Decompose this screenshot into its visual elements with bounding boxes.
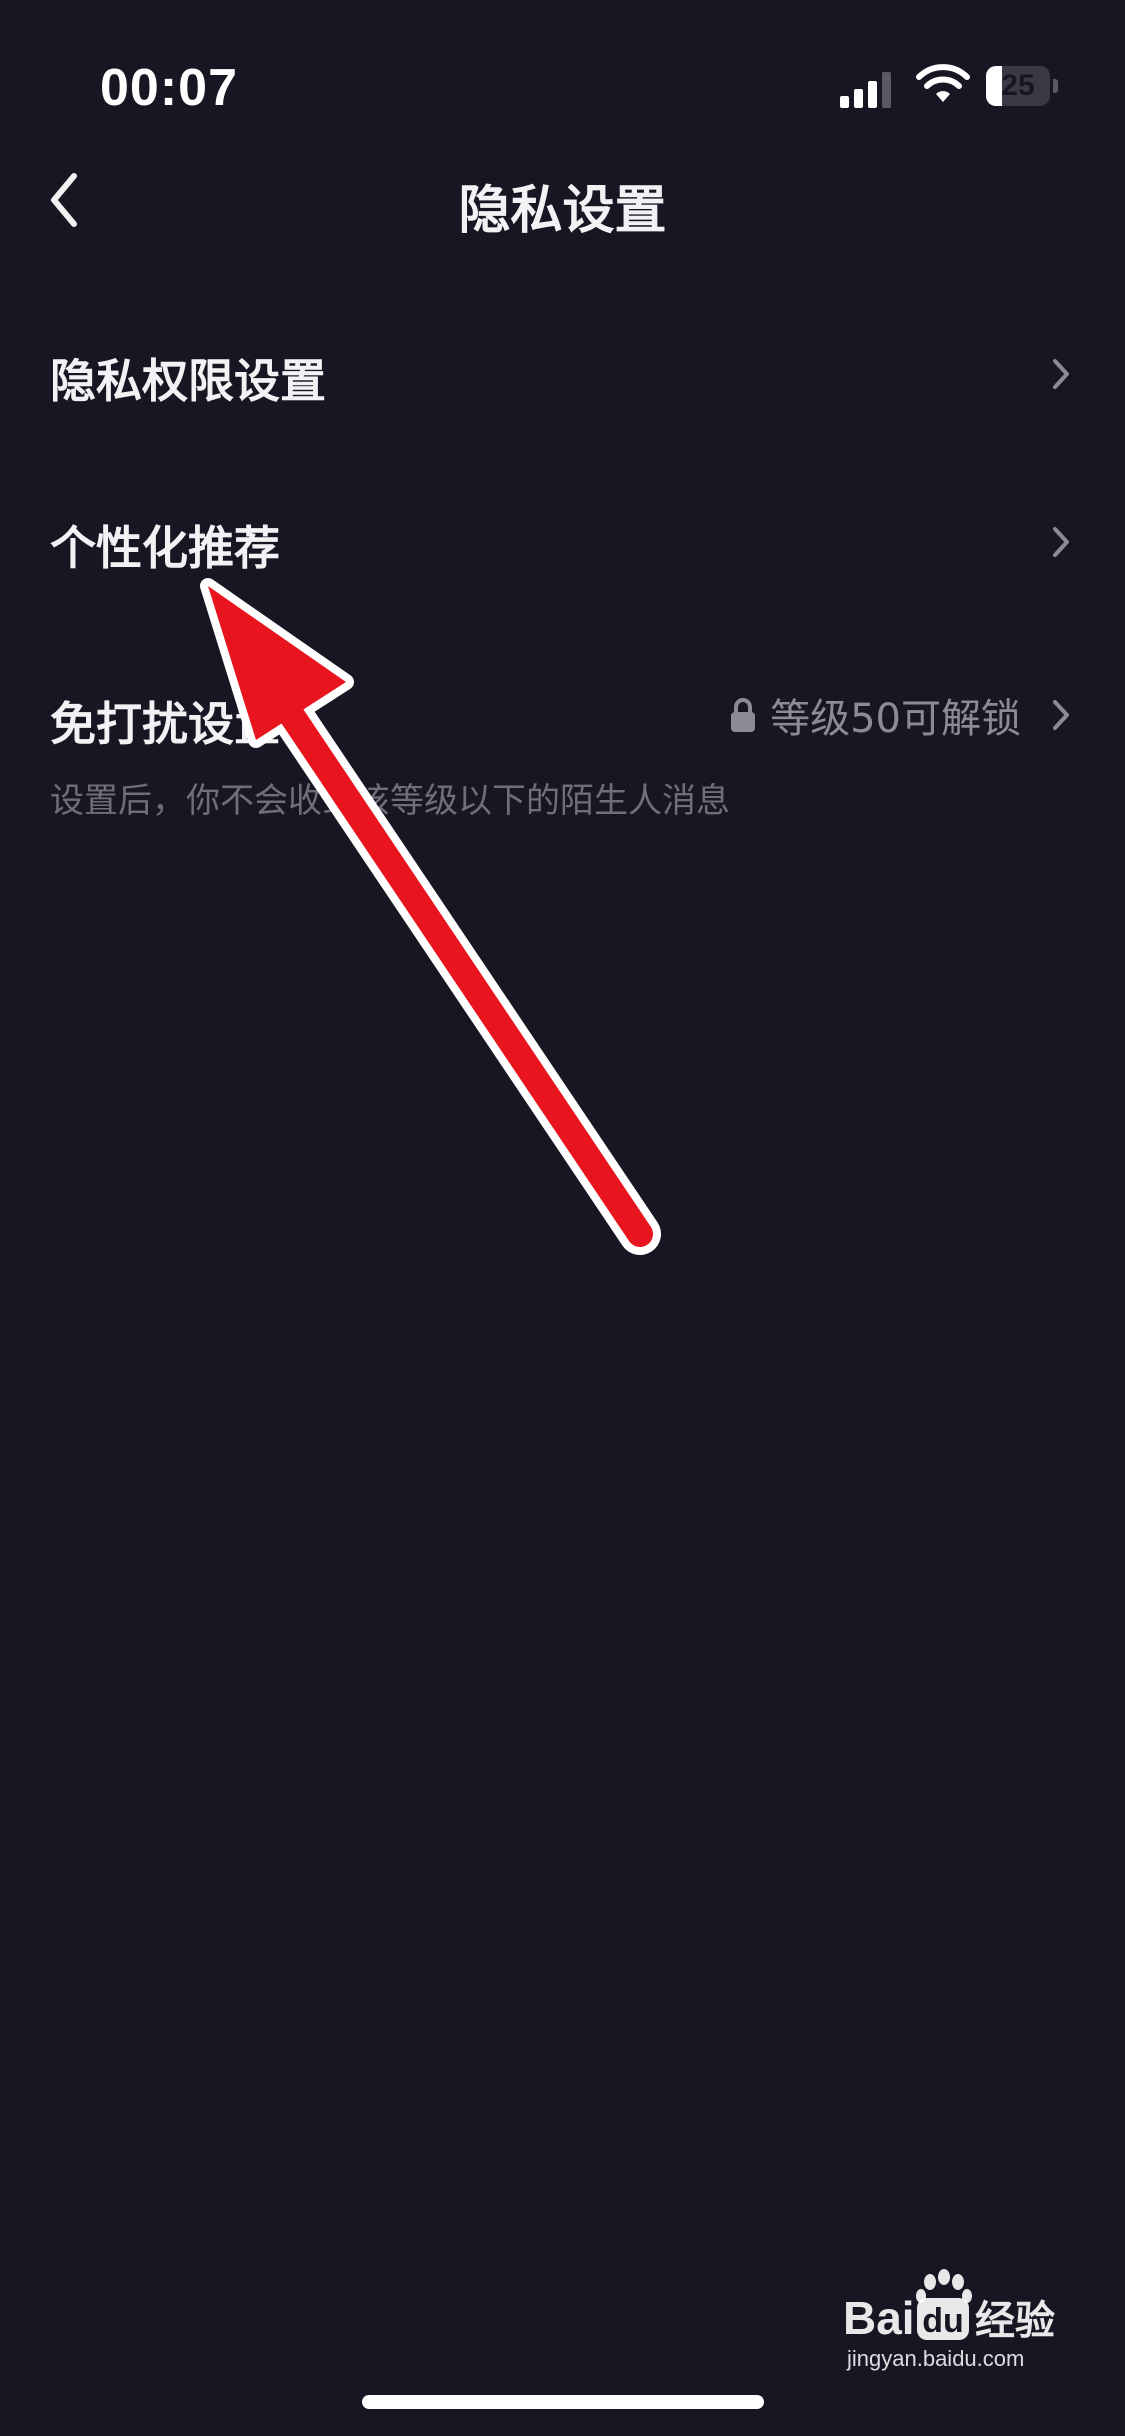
wifi-icon xyxy=(916,64,970,102)
svg-text:du: du xyxy=(922,2302,964,2340)
do-not-disturb-description: 设置后，你不会收到该等级以下的陌生人消息 xyxy=(50,781,730,821)
chevron-right-icon xyxy=(1053,700,1069,730)
personalized-recommend-row[interactable]: 个性化推荐 xyxy=(0,485,1125,605)
personalized-recommend-label: 个性化推荐 xyxy=(50,521,280,575)
chevron-right-icon xyxy=(1053,527,1069,557)
nav-bar: 隐私设置 xyxy=(0,150,1125,250)
battery-level: 25 xyxy=(1001,69,1035,102)
baidu-jingyan-watermark-logo: Bai du 经验 jingyan.baidu.com xyxy=(843,2269,1055,2371)
svg-text:Bai: Bai xyxy=(843,2292,915,2344)
battery-body: 25 xyxy=(986,66,1050,106)
chevron-right-icon xyxy=(1053,359,1069,389)
unlock-level-text: 等级50可解锁 xyxy=(770,696,1021,742)
lock-icon xyxy=(731,698,756,732)
do-not-disturb-label: 免打扰设置 xyxy=(50,697,280,751)
status-bar: 00:07 25 xyxy=(0,0,1125,150)
page-title: 隐私设置 xyxy=(458,181,667,241)
svg-text:jingyan.baidu.com: jingyan.baidu.com xyxy=(846,2346,1024,2371)
svg-text:经验: 经验 xyxy=(975,2298,1055,2344)
unlock-level-badge: 等级50可解锁 xyxy=(728,685,1021,745)
privacy-permissions-label: 隐私权限设置 xyxy=(50,354,326,408)
privacy-permissions-row[interactable]: 隐私权限设置 xyxy=(0,315,1125,435)
status-time: 00:07 xyxy=(100,59,238,117)
battery-tip xyxy=(1053,79,1058,93)
battery-icon: 25 xyxy=(986,66,1062,106)
home-indicator[interactable] xyxy=(362,2395,764,2409)
cellular-signal-icon xyxy=(840,72,891,108)
do-not-disturb-row[interactable]: 免打扰设置 等级50可解锁 设置后，你不会收到该等级以下的陌生人消息 xyxy=(0,655,1125,835)
